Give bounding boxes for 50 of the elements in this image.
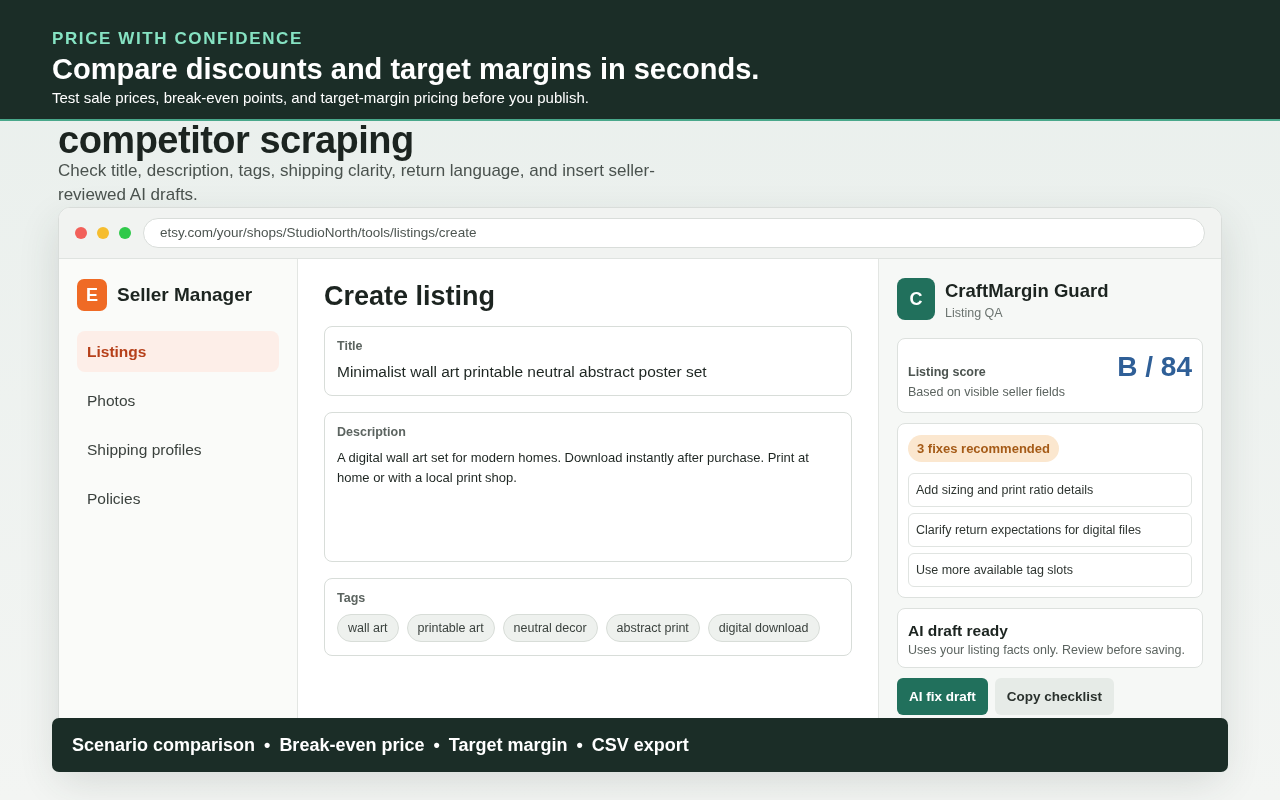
extension-name: CraftMargin Guard	[945, 280, 1109, 302]
banner-title: Compare discounts and target margins in seconds.	[52, 53, 761, 86]
score-note: Based on visible seller fields	[908, 385, 1066, 399]
feature-label: Break-even price	[279, 734, 425, 756]
separator: •	[433, 734, 440, 756]
separator: •	[576, 734, 583, 756]
tag-chip[interactable]: digital download	[707, 614, 820, 642]
tag-chip[interactable]: neutral decor	[502, 614, 598, 642]
fix-item[interactable]: Add sizing and print ratio details	[908, 473, 1192, 507]
hero-description: Check title, description, tags, shipping clarity, return language, and insert seller-reviewed AI drafts.	[58, 161, 656, 206]
sidebar-item[interactable]: Listings	[77, 331, 279, 372]
app-logo-icon: E	[77, 279, 107, 311]
field-label: Tags	[337, 591, 367, 605]
app-title: Seller Manager	[117, 284, 253, 306]
draft-note: Uses your listing facts only. Review before saving.	[908, 643, 1186, 657]
page-heading: Create listing	[324, 281, 497, 312]
fixes-badge: 3 fixes recommended	[908, 435, 1059, 462]
hero-heading: competitor scraping	[58, 121, 415, 159]
extension-logo-icon: C	[897, 278, 935, 320]
sidebar-item[interactable]: Photos	[77, 380, 279, 421]
tag-chip[interactable]: abstract print	[605, 614, 700, 642]
ai-fix-button[interactable]: AI fix draft	[897, 678, 988, 715]
score-value: B / 84	[1117, 351, 1192, 384]
tag-chip[interactable]: printable art	[406, 614, 495, 642]
sidebar-item[interactable]: Shipping profiles	[77, 429, 279, 470]
feature-label: CSV export	[591, 734, 689, 756]
field-value: Minimalist wall art printable neutral abstract poster set	[337, 362, 708, 382]
fix-item[interactable]: Clarify return expectations for digital files	[908, 513, 1192, 547]
feature-label: Target margin	[448, 734, 568, 756]
score-label: Listing score	[908, 365, 987, 379]
banner-eyebrow: PRICE WITH CONFIDENCE	[52, 29, 304, 49]
address-bar[interactable]: etsy.com/your/shops/StudioNorth/tools/listings/create	[143, 218, 1205, 248]
minimize-dot-icon[interactable]	[97, 227, 109, 239]
tags-field[interactable]: Tags wall art printable art neutral decor abstract print digital download	[324, 578, 852, 656]
maximize-dot-icon[interactable]	[119, 227, 131, 239]
draft-title: AI draft ready	[908, 622, 1009, 640]
feature-label: Scenario comparison	[72, 734, 256, 756]
copy-button[interactable]: Copy checklist	[994, 678, 1115, 715]
field-label: Description	[337, 425, 407, 439]
extension-subtitle: Listing QA	[945, 306, 1004, 320]
banner-subtitle: Test sale prices, break-even points, and target-margin pricing before you publish.	[52, 89, 590, 106]
fix-item[interactable]: Use more available tag slots	[908, 553, 1192, 587]
separator: •	[264, 734, 271, 756]
close-dot-icon[interactable]	[75, 227, 87, 239]
description-field[interactable]: Description A digital wall art set for modern homes. Download instantly after purchase. Print at home or with a local print shop.	[324, 412, 852, 562]
title-field[interactable]: Title Minimalist wall art printable neutral abstract poster set	[324, 326, 852, 396]
field-value: A digital wall art set for modern homes. Download instantly after purchase. Print at home or with a local print shop.	[337, 449, 810, 487]
field-label: Title	[337, 339, 364, 353]
sidebar-item[interactable]: Policies	[77, 478, 279, 519]
tag-chip[interactable]: wall art	[337, 614, 399, 642]
